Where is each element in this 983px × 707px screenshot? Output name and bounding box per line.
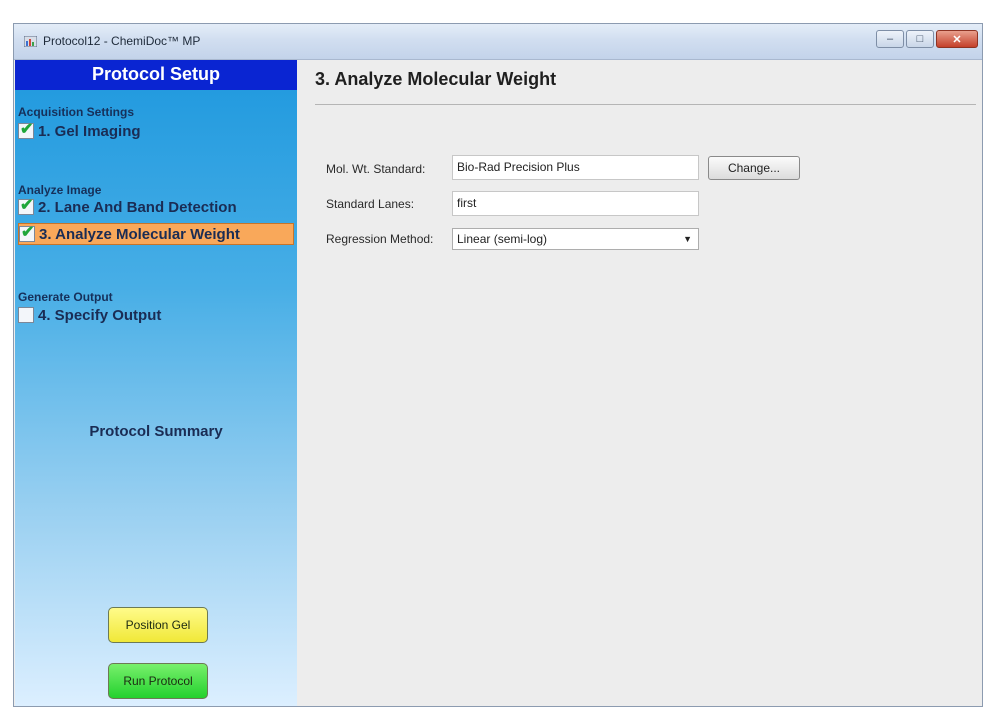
section-generate-output: Generate Output bbox=[18, 290, 113, 304]
standard-lanes-field[interactable]: first bbox=[452, 191, 699, 216]
protocol-summary-link[interactable]: Protocol Summary bbox=[15, 423, 297, 440]
mol-wt-standard-label: Mol. Wt. Standard: bbox=[326, 162, 426, 176]
protocol-sidebar: Protocol Setup Acquisition Settings ✔ 1.… bbox=[15, 60, 297, 706]
main-panel: 3. Analyze Molecular Weight Mol. Wt. Sta… bbox=[297, 60, 982, 706]
step-gel-imaging[interactable]: ✔ 1. Gel Imaging bbox=[18, 120, 141, 142]
step-label: 1. Gel Imaging bbox=[38, 122, 141, 140]
close-icon: ✕ bbox=[952, 33, 962, 46]
dropdown-arrow-icon: ▼ bbox=[683, 234, 692, 244]
title-bar[interactable]: Protocol12 - ChemiDoc™ MP – □ ✕ bbox=[14, 24, 982, 60]
section-acquisition-settings: Acquisition Settings bbox=[18, 105, 135, 119]
step-specify-output[interactable]: 4. Specify Output bbox=[18, 304, 161, 326]
regression-method-value: Linear (semi-log) bbox=[457, 232, 548, 246]
check-icon: ✔ bbox=[20, 121, 34, 138]
page-title: 3. Analyze Molecular Weight bbox=[315, 69, 557, 89]
step-label: 4. Specify Output bbox=[38, 306, 162, 324]
maximize-icon: □ bbox=[916, 33, 924, 45]
step-label: 3. Analyze Molecular Weight bbox=[39, 225, 240, 243]
minimize-button[interactable]: – bbox=[876, 30, 904, 48]
sidebar-header: Protocol Setup bbox=[15, 60, 297, 90]
change-button[interactable]: Change... bbox=[708, 156, 800, 180]
step-lane-and-band-detection[interactable]: ✔ 2. Lane And Band Detection bbox=[18, 196, 237, 218]
close-button[interactable]: ✕ bbox=[936, 30, 978, 48]
standard-lanes-label: Standard Lanes: bbox=[326, 197, 415, 211]
step-4-checkbox[interactable] bbox=[18, 307, 34, 323]
position-gel-button[interactable]: Position Gel bbox=[108, 607, 208, 643]
step-label: 2. Lane And Band Detection bbox=[38, 198, 237, 216]
regression-method-select[interactable]: Linear (semi-log) ▼ bbox=[452, 228, 699, 250]
step-1-checkbox[interactable]: ✔ bbox=[18, 121, 34, 139]
mol-wt-standard-field[interactable]: Bio-Rad Precision Plus bbox=[452, 155, 699, 180]
check-icon: ✔ bbox=[20, 197, 34, 214]
step-2-checkbox[interactable]: ✔ bbox=[18, 197, 34, 215]
minimize-icon: – bbox=[886, 33, 894, 45]
window-controls: – □ ✕ bbox=[874, 30, 978, 48]
chemidoc-app-icon bbox=[24, 36, 37, 47]
window-title: Protocol12 - ChemiDoc™ MP bbox=[43, 34, 201, 48]
step-analyze-molecular-weight[interactable]: ✔ 3. Analyze Molecular Weight bbox=[18, 223, 294, 245]
check-icon: ✔ bbox=[21, 224, 35, 241]
regression-method-label: Regression Method: bbox=[326, 232, 434, 246]
title-divider bbox=[315, 104, 976, 105]
maximize-button[interactable]: □ bbox=[906, 30, 934, 48]
step-3-checkbox[interactable]: ✔ bbox=[19, 224, 35, 242]
run-protocol-button[interactable]: Run Protocol bbox=[108, 663, 208, 699]
app-window: Protocol12 - ChemiDoc™ MP – □ ✕ Protocol… bbox=[13, 23, 983, 707]
